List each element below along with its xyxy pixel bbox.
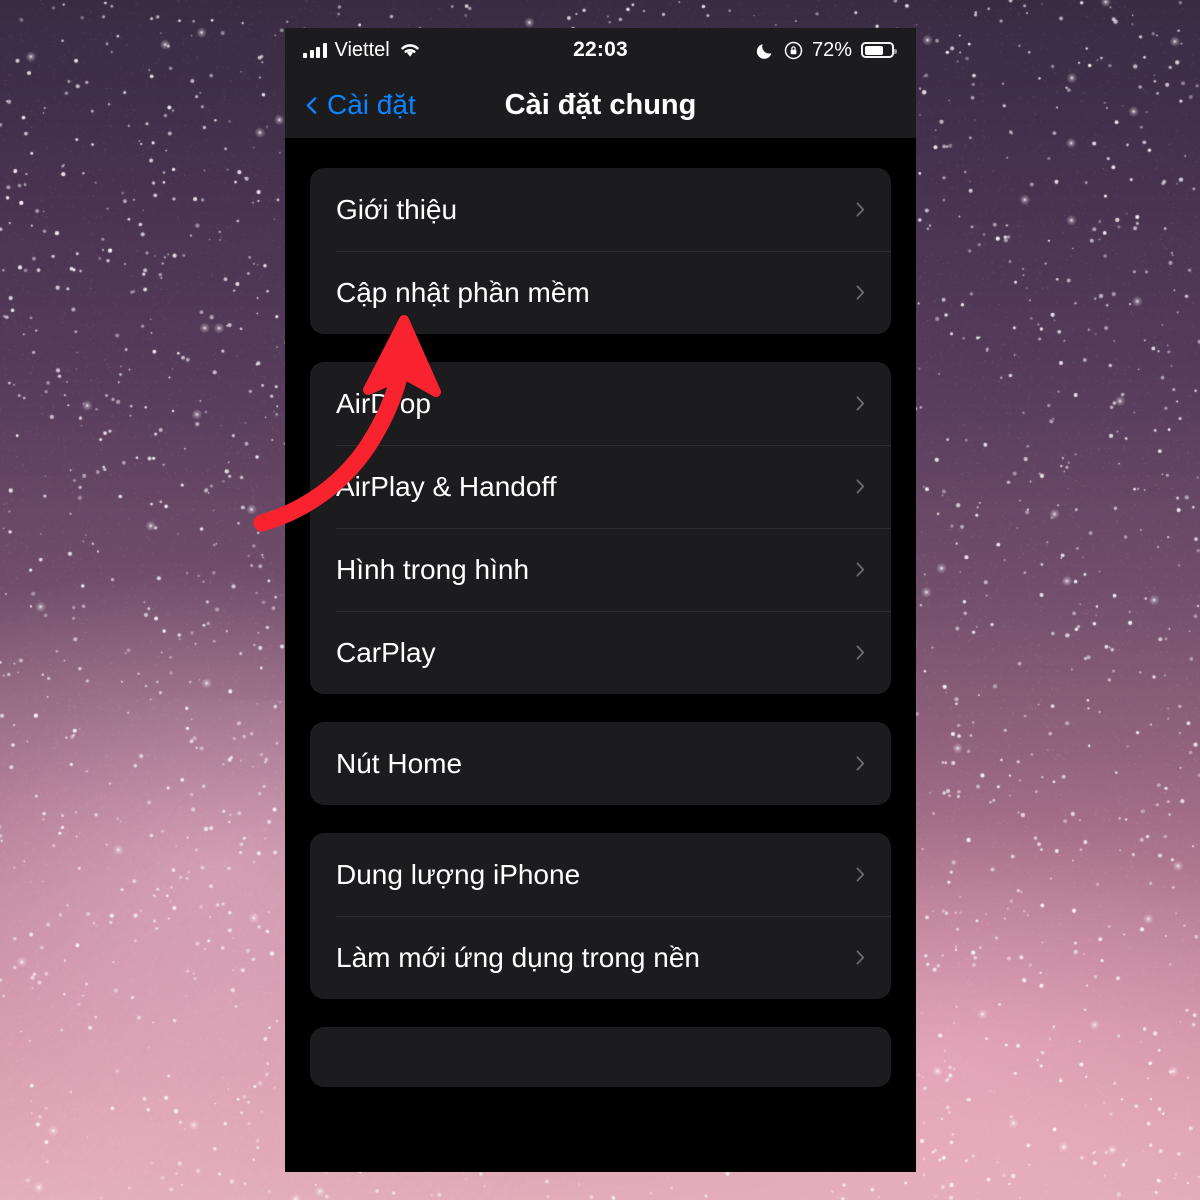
partial-group bbox=[310, 1027, 891, 1087]
settings-row[interactable]: Cập nhật phần mềm bbox=[310, 251, 891, 334]
back-button[interactable]: Cài đặt bbox=[303, 89, 416, 121]
settings-row-label: Cập nhật phần mềm bbox=[336, 276, 590, 308]
sharing-group: AirDrop AirPlay & Handoff Hình trong hình C… bbox=[310, 362, 891, 694]
settings-row[interactable]: Giới thiệu bbox=[310, 168, 891, 251]
chevron-right-icon bbox=[856, 867, 865, 882]
battery-percent-label: 72% bbox=[811, 38, 852, 61]
settings-row[interactable]: AirPlay & Handoff bbox=[310, 445, 891, 528]
chevron-right-icon bbox=[856, 756, 865, 771]
settings-row[interactable]: CarPlay bbox=[310, 611, 891, 694]
settings-row-label: Hình trong hình bbox=[336, 553, 530, 585]
settings-row-label: Giới thiệu bbox=[336, 193, 458, 225]
back-button-label: Cài đặt bbox=[327, 89, 416, 120]
navigation-bar: Cài đặt Cài đặt chung bbox=[285, 72, 916, 138]
chevron-left-icon bbox=[306, 96, 317, 114]
settings-row[interactable]: Làm mới ứng dụng trong nền bbox=[310, 916, 891, 999]
status-bar-right: 72% bbox=[756, 38, 897, 62]
settings-row-label: CarPlay bbox=[336, 636, 436, 668]
chevron-right-icon bbox=[856, 396, 865, 411]
chevron-right-icon bbox=[856, 562, 865, 577]
home-button-group: Nút Home bbox=[310, 722, 891, 805]
chevron-right-icon bbox=[856, 645, 865, 660]
settings-row[interactable]: Hình trong hình bbox=[310, 528, 891, 611]
settings-row-label: Nút Home bbox=[336, 747, 463, 779]
battery-icon bbox=[861, 42, 897, 58]
chevron-right-icon bbox=[856, 950, 865, 965]
settings-row-label: Dung lượng iPhone bbox=[336, 858, 581, 890]
chevron-right-icon bbox=[856, 285, 865, 300]
settings-row-label: Làm mới ứng dụng trong nền bbox=[336, 941, 700, 973]
settings-row[interactable]: Dung lượng iPhone bbox=[310, 833, 891, 916]
storage-group: Dung lượng iPhone Làm mới ứng dụng trong … bbox=[310, 833, 891, 999]
phone-screen: Viettel 22:03 72% Cài đặt Cài đặt chung … bbox=[285, 28, 916, 1172]
rotation-lock-icon bbox=[784, 41, 803, 59]
settings-row[interactable]: AirDrop bbox=[310, 362, 891, 445]
status-bar: Viettel 22:03 72% bbox=[285, 28, 916, 72]
settings-row[interactable]: Nút Home bbox=[310, 722, 891, 805]
chevron-right-icon bbox=[856, 202, 865, 217]
about-group: Giới thiệu Cập nhật phần mềm bbox=[310, 168, 891, 334]
settings-row-label: AirPlay & Handoff bbox=[336, 470, 557, 502]
settings-list[interactable]: Giới thiệu Cập nhật phần mềm AirDrop AirPla… bbox=[285, 138, 916, 1172]
chevron-right-icon bbox=[856, 479, 865, 494]
settings-row-label: AirDrop bbox=[336, 387, 431, 419]
crescent-moon-icon bbox=[756, 43, 772, 59]
